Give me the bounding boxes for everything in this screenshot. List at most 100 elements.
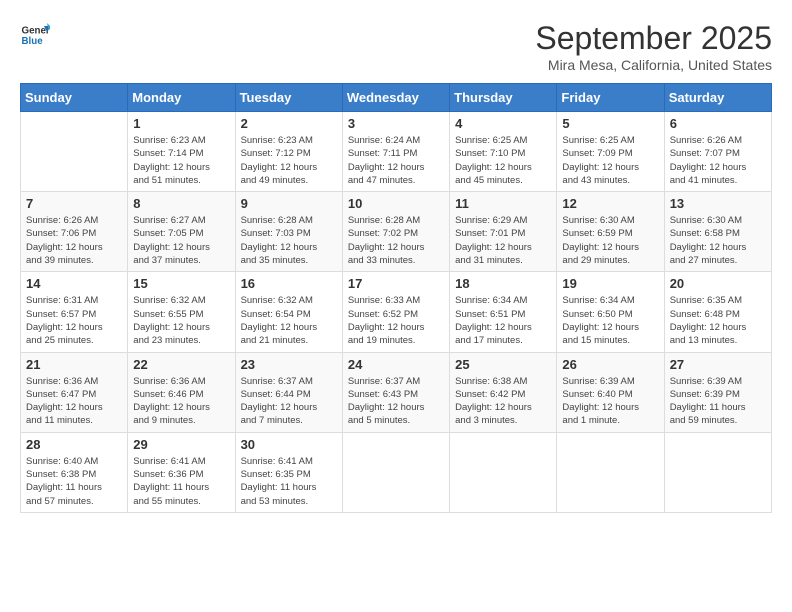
day-number: 9 (241, 196, 337, 211)
day-number: 2 (241, 116, 337, 131)
location: Mira Mesa, California, United States (535, 57, 772, 73)
calendar-cell: 10Sunrise: 6:28 AMSunset: 7:02 PMDayligh… (342, 192, 449, 272)
weekday-header-sunday: Sunday (21, 84, 128, 112)
calendar-cell: 3 Sunrise: 6:24 AMSunset: 7:11 PMDaylight… (342, 112, 449, 192)
calendar-cell: 19 Sunrise: 6:34 AMSunset: 6:50 PMDayligh… (557, 272, 664, 352)
weekday-header-tuesday: Tuesday (235, 84, 342, 112)
day-info: Sunrise: 6:36 AMSunset: 6:47 PMDaylight:… (26, 375, 122, 428)
calendar-cell: 14 Sunrise: 6:31 AMSunset: 6:57 PMDayligh… (21, 272, 128, 352)
weekday-header-thursday: Thursday (450, 84, 557, 112)
day-info: Sunrise: 6:24 AMSunset: 7:11 PMDaylight:… (348, 134, 444, 187)
calendar-cell: 9 Sunrise: 6:28 AMSunset: 7:03 PMDaylight… (235, 192, 342, 272)
day-info: Sunrise: 6:28 AMSunset: 7:03 PMDaylight:… (241, 214, 337, 267)
day-number: 11 (455, 196, 551, 211)
day-info: Sunrise: 6:32 AMSunset: 6:54 PMDaylight:… (241, 294, 337, 347)
day-info: Sunrise: 6:30 AMSunset: 6:59 PMDaylight:… (562, 214, 658, 267)
month-title: September 2025 (535, 20, 772, 57)
day-number: 23 (241, 357, 337, 372)
day-number: 17 (348, 276, 444, 291)
weekday-header-row: SundayMondayTuesdayWednesdayThursdayFrid… (21, 84, 772, 112)
day-number: 27 (670, 357, 766, 372)
calendar-cell: 4Sunrise: 6:25 AMSunset: 7:10 PMDaylight… (450, 112, 557, 192)
calendar-week-4: 21Sunrise: 6:36 AMSunset: 6:47 PMDayligh… (21, 352, 772, 432)
day-info: Sunrise: 6:39 AMSunset: 6:40 PMDaylight:… (562, 375, 658, 428)
day-number: 15 (133, 276, 229, 291)
day-number: 1 (133, 116, 229, 131)
day-info: Sunrise: 6:33 AMSunset: 6:52 PMDaylight:… (348, 294, 444, 347)
logo: General Blue (20, 20, 50, 50)
day-info: Sunrise: 6:38 AMSunset: 6:42 PMDaylight:… (455, 375, 551, 428)
day-info: Sunrise: 6:23 AMSunset: 7:14 PMDaylight:… (133, 134, 229, 187)
weekday-header-wednesday: Wednesday (342, 84, 449, 112)
logo-icon: General Blue (20, 20, 50, 50)
day-info: Sunrise: 6:40 AMSunset: 6:38 PMDaylight:… (26, 455, 122, 508)
calendar-cell: 6 Sunrise: 6:26 AMSunset: 7:07 PMDaylight… (664, 112, 771, 192)
calendar-cell: 13 Sunrise: 6:30 AMSunset: 6:58 PMDayligh… (664, 192, 771, 272)
day-number: 28 (26, 437, 122, 452)
calendar-cell: 18 Sunrise: 6:34 AMSunset: 6:51 PMDayligh… (450, 272, 557, 352)
calendar-cell: 11 Sunrise: 6:29 AMSunset: 7:01 PMDayligh… (450, 192, 557, 272)
day-number: 7 (26, 196, 122, 211)
page-header: General Blue September 2025 Mira Mesa, C… (20, 20, 772, 73)
day-number: 13 (670, 196, 766, 211)
calendar-cell: 29Sunrise: 6:41 AMSunset: 6:36 PMDayligh… (128, 432, 235, 512)
calendar-cell: 25 Sunrise: 6:38 AMSunset: 6:42 PMDayligh… (450, 352, 557, 432)
calendar-cell (557, 432, 664, 512)
day-number: 26 (562, 357, 658, 372)
day-number: 4 (455, 116, 551, 131)
day-number: 25 (455, 357, 551, 372)
day-info: Sunrise: 6:34 AMSunset: 6:51 PMDaylight:… (455, 294, 551, 347)
day-number: 19 (562, 276, 658, 291)
weekday-header-friday: Friday (557, 84, 664, 112)
day-info: Sunrise: 6:30 AMSunset: 6:58 PMDaylight:… (670, 214, 766, 267)
svg-text:Blue: Blue (22, 36, 44, 47)
day-info: Sunrise: 6:27 AMSunset: 7:05 PMDaylight:… (133, 214, 229, 267)
calendar-table: SundayMondayTuesdayWednesdayThursdayFrid… (20, 83, 772, 513)
calendar-cell: 26 Sunrise: 6:39 AMSunset: 6:40 PMDayligh… (557, 352, 664, 432)
calendar-cell: 15Sunrise: 6:32 AMSunset: 6:55 PMDayligh… (128, 272, 235, 352)
day-number: 6 (670, 116, 766, 131)
day-info: Sunrise: 6:34 AMSunset: 6:50 PMDaylight:… (562, 294, 658, 347)
calendar-cell (450, 432, 557, 512)
day-info: Sunrise: 6:28 AMSunset: 7:02 PMDaylight:… (348, 214, 444, 267)
calendar-week-5: 28 Sunrise: 6:40 AMSunset: 6:38 PMDayligh… (21, 432, 772, 512)
calendar-cell: 28 Sunrise: 6:40 AMSunset: 6:38 PMDayligh… (21, 432, 128, 512)
calendar-cell: 24 Sunrise: 6:37 AMSunset: 6:43 PMDayligh… (342, 352, 449, 432)
day-number: 14 (26, 276, 122, 291)
weekday-header-monday: Monday (128, 84, 235, 112)
day-info: Sunrise: 6:41 AMSunset: 6:35 PMDaylight:… (241, 455, 337, 508)
day-number: 18 (455, 276, 551, 291)
calendar-cell: 30 Sunrise: 6:41 AMSunset: 6:35 PMDayligh… (235, 432, 342, 512)
day-info: Sunrise: 6:31 AMSunset: 6:57 PMDaylight:… (26, 294, 122, 347)
day-info: Sunrise: 6:26 AMSunset: 7:06 PMDaylight:… (26, 214, 122, 267)
calendar-cell: 1 Sunrise: 6:23 AMSunset: 7:14 PMDaylight… (128, 112, 235, 192)
calendar-week-2: 7 Sunrise: 6:26 AMSunset: 7:06 PMDaylight… (21, 192, 772, 272)
calendar-cell: 21Sunrise: 6:36 AMSunset: 6:47 PMDayligh… (21, 352, 128, 432)
day-info: Sunrise: 6:26 AMSunset: 7:07 PMDaylight:… (670, 134, 766, 187)
day-info: Sunrise: 6:25 AMSunset: 7:09 PMDaylight:… (562, 134, 658, 187)
day-info: Sunrise: 6:37 AMSunset: 6:44 PMDaylight:… (241, 375, 337, 428)
day-info: Sunrise: 6:37 AMSunset: 6:43 PMDaylight:… (348, 375, 444, 428)
weekday-header-saturday: Saturday (664, 84, 771, 112)
calendar-cell: 12 Sunrise: 6:30 AMSunset: 6:59 PMDayligh… (557, 192, 664, 272)
calendar-cell: 23 Sunrise: 6:37 AMSunset: 6:44 PMDayligh… (235, 352, 342, 432)
calendar-cell: 27 Sunrise: 6:39 AMSunset: 6:39 PMDayligh… (664, 352, 771, 432)
day-number: 29 (133, 437, 229, 452)
day-number: 24 (348, 357, 444, 372)
day-number: 30 (241, 437, 337, 452)
calendar-cell: 16Sunrise: 6:32 AMSunset: 6:54 PMDayligh… (235, 272, 342, 352)
day-info: Sunrise: 6:23 AMSunset: 7:12 PMDaylight:… (241, 134, 337, 187)
day-number: 3 (348, 116, 444, 131)
calendar-week-3: 14 Sunrise: 6:31 AMSunset: 6:57 PMDayligh… (21, 272, 772, 352)
day-info: Sunrise: 6:35 AMSunset: 6:48 PMDaylight:… (670, 294, 766, 347)
calendar-cell: 8 Sunrise: 6:27 AMSunset: 7:05 PMDaylight… (128, 192, 235, 272)
day-number: 22 (133, 357, 229, 372)
calendar-cell: 2 Sunrise: 6:23 AMSunset: 7:12 PMDaylight… (235, 112, 342, 192)
day-info: Sunrise: 6:29 AMSunset: 7:01 PMDaylight:… (455, 214, 551, 267)
day-number: 8 (133, 196, 229, 211)
calendar-cell: 20Sunrise: 6:35 AMSunset: 6:48 PMDayligh… (664, 272, 771, 352)
day-number: 12 (562, 196, 658, 211)
day-info: Sunrise: 6:39 AMSunset: 6:39 PMDaylight:… (670, 375, 766, 428)
title-block: September 2025 Mira Mesa, California, Un… (535, 20, 772, 73)
calendar-cell (342, 432, 449, 512)
